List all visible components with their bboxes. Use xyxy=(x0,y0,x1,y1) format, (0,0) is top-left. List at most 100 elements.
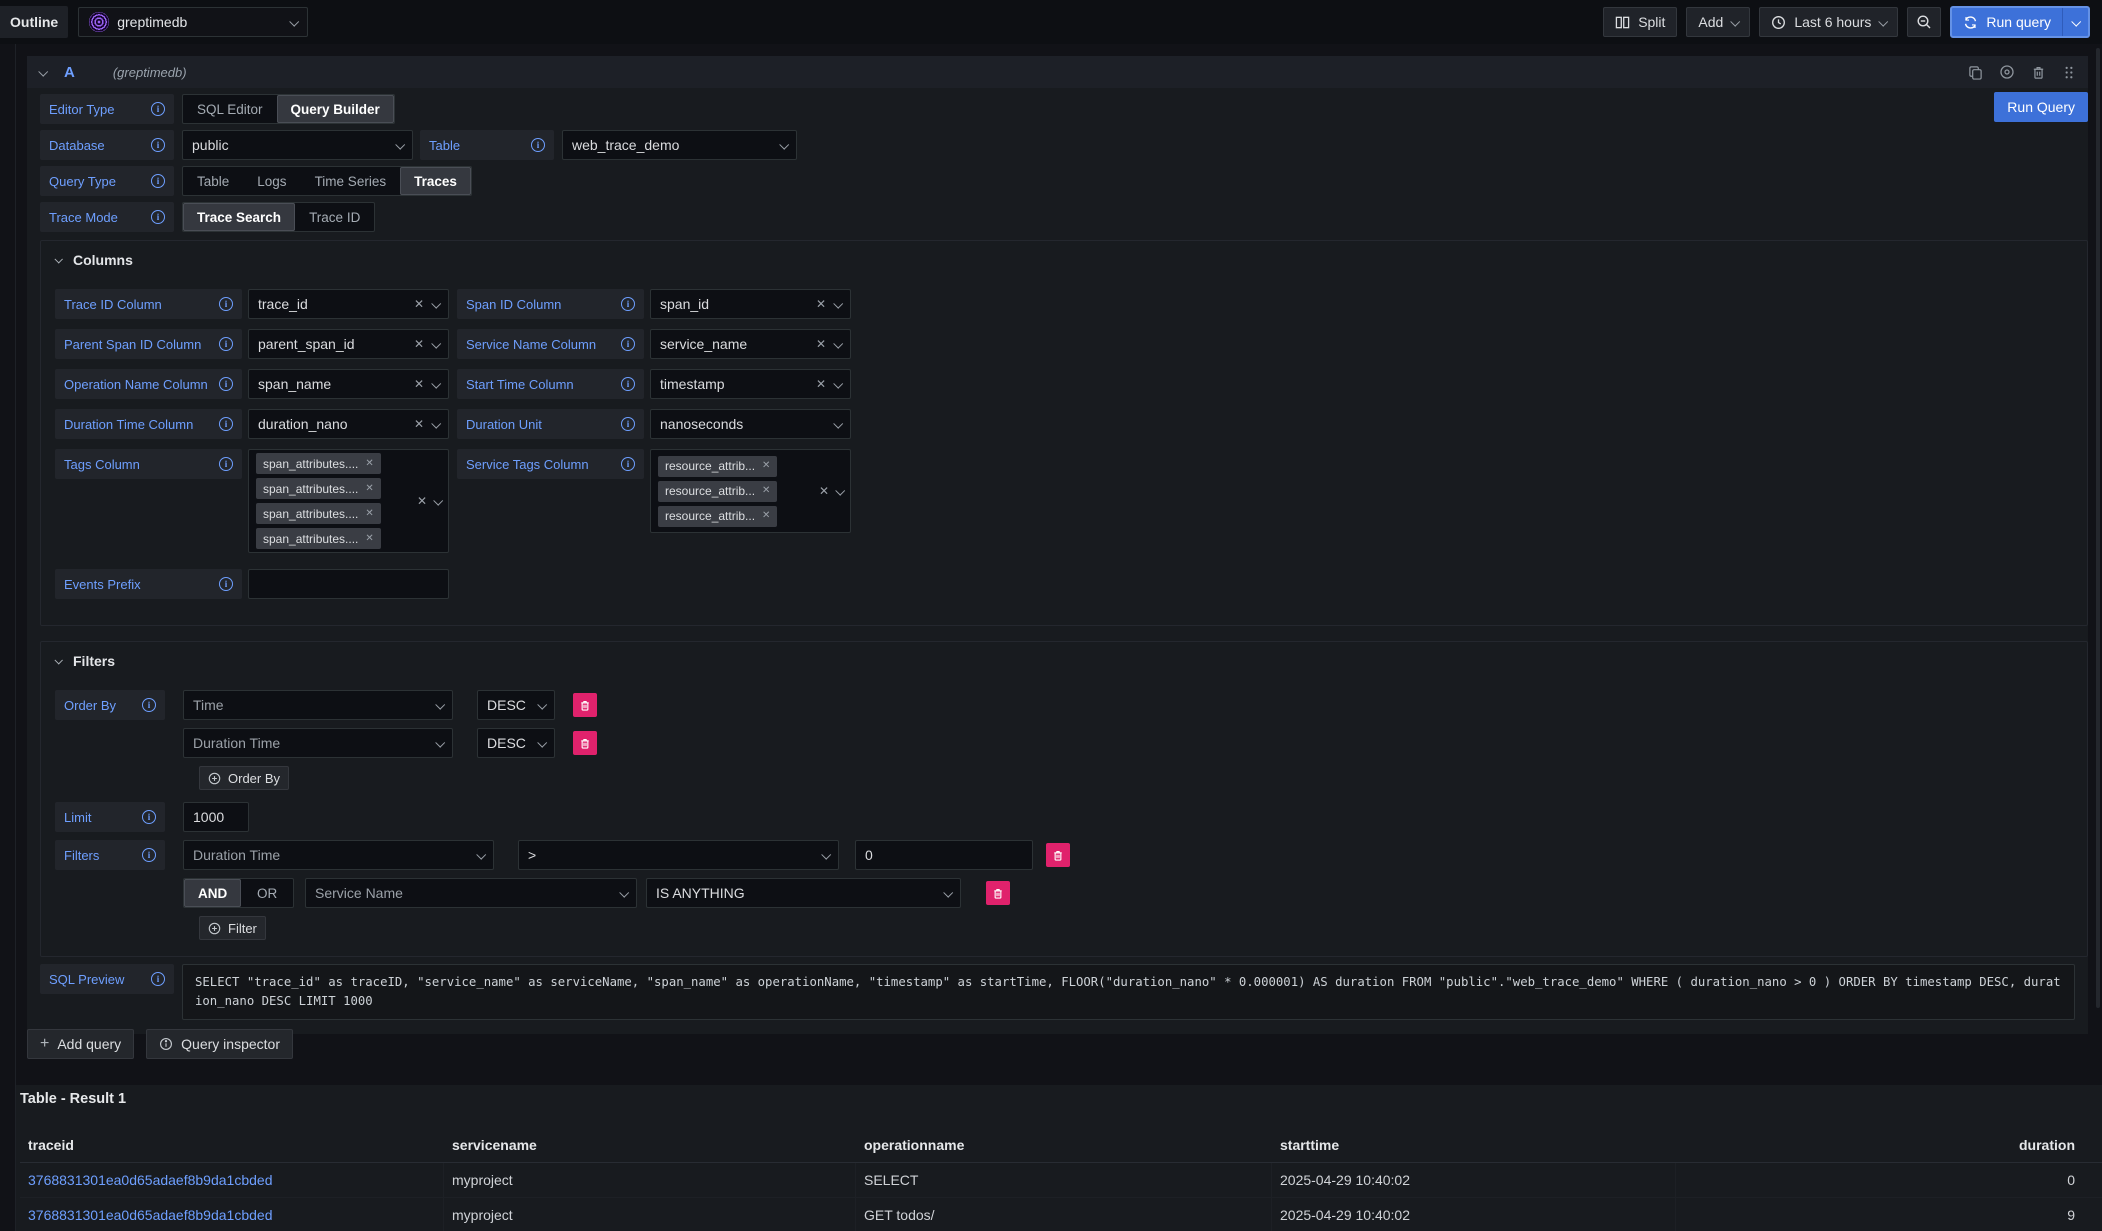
time-range-picker[interactable]: Last 6 hours xyxy=(1759,7,1898,37)
query-type-option-table[interactable]: Table xyxy=(183,167,243,195)
disable-query-eye-icon[interactable] xyxy=(1999,64,2015,80)
order-by-direction-select[interactable]: DESC xyxy=(477,728,555,758)
add-filter-button[interactable]: Filter xyxy=(199,916,266,940)
datasource-picker[interactable]: greptimedb xyxy=(78,7,308,37)
run-query-main[interactable]: Run query xyxy=(1952,8,2062,36)
info-icon[interactable]: i xyxy=(142,810,156,824)
info-icon[interactable]: i xyxy=(151,972,165,986)
duration-time-column-select[interactable]: duration_nano✕ xyxy=(248,409,449,439)
query-row-header[interactable]: A (greptimedb) xyxy=(27,56,2088,88)
table-select[interactable]: web_trace_demo xyxy=(562,130,797,160)
filter2-operator-select[interactable]: IS ANYTHING xyxy=(646,878,961,908)
trace-mode-option-trace-id[interactable]: Trace ID xyxy=(295,203,374,231)
add-order-by-button[interactable]: Order By xyxy=(199,766,289,790)
order-by-field-select[interactable]: Duration Time xyxy=(183,728,453,758)
info-icon[interactable]: i xyxy=(621,337,635,351)
info-icon[interactable]: i xyxy=(219,377,233,391)
info-icon[interactable]: i xyxy=(219,297,233,311)
clear-icon[interactable]: ✕ xyxy=(816,338,826,350)
column-header-operationname[interactable]: operationname xyxy=(856,1128,1272,1162)
operation-name-column-select[interactable]: span_name✕ xyxy=(248,369,449,399)
query-type-option-traces[interactable]: Traces xyxy=(400,167,471,195)
run-query-button-editor[interactable]: Run Query xyxy=(1994,92,2088,122)
clear-icon[interactable]: ✕ xyxy=(816,378,826,390)
drag-handle-icon[interactable] xyxy=(2062,65,2076,80)
info-icon[interactable]: i xyxy=(621,377,635,391)
clear-icon[interactable]: ✕ xyxy=(365,484,373,494)
collapse-chevron-icon[interactable] xyxy=(38,66,48,76)
remove-filter-button[interactable] xyxy=(986,881,1010,905)
clear-icon[interactable]: ✕ xyxy=(414,418,424,430)
query-inspector-button[interactable]: Query inspector xyxy=(146,1029,293,1059)
column-header-starttime[interactable]: starttime xyxy=(1272,1128,1676,1162)
trace-id-column-select[interactable]: trace_id✕ xyxy=(248,289,449,319)
filter-value-input[interactable]: 0 xyxy=(855,840,1033,870)
outline-button[interactable]: Outline xyxy=(0,6,68,38)
service-name-column-select[interactable]: service_name✕ xyxy=(650,329,851,359)
remove-order-by-button[interactable] xyxy=(573,731,597,755)
info-icon[interactable]: i xyxy=(151,210,165,224)
tag-chip[interactable]: resource_attrib...✕ xyxy=(658,506,777,527)
service-tags-column-multiselect[interactable]: resource_attrib...✕resource_attrib...✕re… xyxy=(650,449,851,533)
info-icon[interactable]: i xyxy=(151,138,165,152)
logic-option-and[interactable]: AND xyxy=(184,879,241,907)
trace-mode-option-trace-search[interactable]: Trace Search xyxy=(183,203,295,231)
scrollbar[interactable] xyxy=(2096,48,2100,1008)
split-button[interactable]: Split xyxy=(1603,7,1677,37)
logic-option-or[interactable]: OR xyxy=(241,879,293,907)
parent-span-id-column-select[interactable]: parent_span_id✕ xyxy=(248,329,449,359)
filter-field-select[interactable]: Duration Time xyxy=(183,840,494,870)
query-type-option-logs[interactable]: Logs xyxy=(243,167,300,195)
query-type-option-time-series[interactable]: Time Series xyxy=(301,167,401,195)
clear-icon[interactable]: ✕ xyxy=(762,511,770,521)
duplicate-query-icon[interactable] xyxy=(1968,65,1983,80)
clear-icon[interactable]: ✕ xyxy=(762,486,770,496)
column-header-traceid[interactable]: traceid xyxy=(20,1128,444,1162)
filter-operator-select[interactable]: > xyxy=(518,840,839,870)
tag-chip[interactable]: span_attributes....✕ xyxy=(256,528,381,549)
clear-icon[interactable]: ✕ xyxy=(819,485,829,497)
duration-unit-select[interactable]: nanoseconds xyxy=(650,409,851,439)
tag-chip[interactable]: resource_attrib...✕ xyxy=(658,481,777,502)
info-icon[interactable]: i xyxy=(219,337,233,351)
tag-chip[interactable]: span_attributes....✕ xyxy=(256,478,381,499)
filter2-field-select[interactable]: Service Name xyxy=(305,878,637,908)
order-by-field-select[interactable]: Time xyxy=(183,690,453,720)
filters-section-header[interactable]: Filters xyxy=(55,653,2073,669)
clear-icon[interactable]: ✕ xyxy=(414,298,424,310)
info-icon[interactable]: i xyxy=(621,417,635,431)
info-icon[interactable]: i xyxy=(531,138,545,152)
database-select[interactable]: public xyxy=(182,130,413,160)
editor-type-option-sql-editor[interactable]: SQL Editor xyxy=(183,95,277,123)
remove-order-by-button[interactable] xyxy=(573,693,597,717)
clear-icon[interactable]: ✕ xyxy=(816,298,826,310)
delete-query-trash-icon[interactable] xyxy=(2031,65,2046,80)
span-id-column-select[interactable]: span_id✕ xyxy=(650,289,851,319)
trace-id-link[interactable]: 3768831301ea0d65adaef8b9da1cbded xyxy=(28,1207,272,1223)
tag-chip[interactable]: span_attributes....✕ xyxy=(256,453,381,474)
clear-icon[interactable]: ✕ xyxy=(414,338,424,350)
info-icon[interactable]: i xyxy=(219,457,233,471)
clear-icon[interactable]: ✕ xyxy=(365,534,373,544)
column-header-servicename[interactable]: servicename xyxy=(444,1128,856,1162)
info-icon[interactable]: i xyxy=(142,848,156,862)
clear-icon[interactable]: ✕ xyxy=(365,509,373,519)
tags-column-multiselect[interactable]: span_attributes....✕ span_attributes....✕… xyxy=(248,449,449,553)
add-button[interactable]: Add xyxy=(1686,7,1750,37)
run-query-split-button[interactable]: Run query xyxy=(1950,6,2090,38)
limit-input[interactable]: 1000 xyxy=(183,802,249,832)
clear-icon[interactable]: ✕ xyxy=(365,459,373,469)
info-icon[interactable]: i xyxy=(151,174,165,188)
clear-icon[interactable]: ✕ xyxy=(414,378,424,390)
info-icon[interactable]: i xyxy=(621,297,635,311)
clear-icon[interactable]: ✕ xyxy=(417,495,427,507)
info-icon[interactable]: i xyxy=(621,457,635,471)
info-icon[interactable]: i xyxy=(142,698,156,712)
add-query-button[interactable]: + Add query xyxy=(27,1029,134,1059)
columns-section-header[interactable]: Columns xyxy=(55,252,2073,268)
editor-type-option-query-builder[interactable]: Query Builder xyxy=(277,95,394,123)
info-icon[interactable]: i xyxy=(219,577,233,591)
tag-chip[interactable]: resource_attrib...✕ xyxy=(658,456,777,477)
tag-chip[interactable]: span_attributes....✕ xyxy=(256,503,381,524)
remove-filter-button[interactable] xyxy=(1046,843,1070,867)
